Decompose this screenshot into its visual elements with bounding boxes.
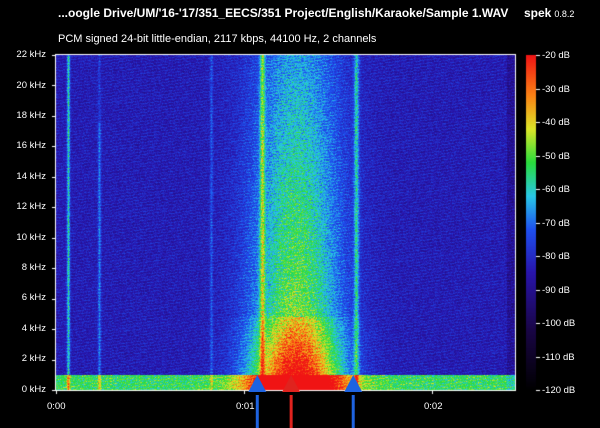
annotation-arrows [248, 375, 363, 428]
annotation-arrow-3 [344, 375, 363, 428]
annotation-arrow-2 [282, 375, 301, 428]
annotation-arrow-1 [248, 375, 267, 428]
